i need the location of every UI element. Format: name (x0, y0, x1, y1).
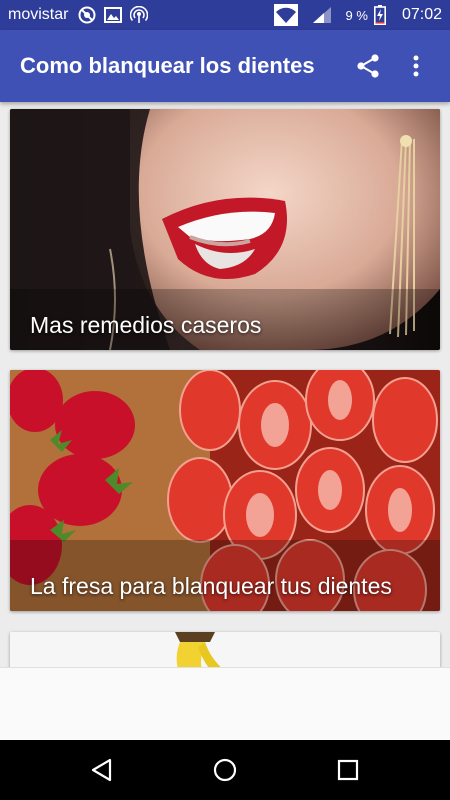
more-vert-icon (413, 55, 419, 77)
battery-charging-icon (373, 5, 386, 25)
card-title: La fresa para blanquear tus dientes (30, 573, 392, 599)
article-card[interactable]: La fresa para blanquear tus dientes (10, 370, 440, 611)
more-options-button[interactable] (392, 42, 440, 90)
image-icon (104, 7, 123, 23)
article-card[interactable] (10, 632, 440, 667)
back-icon (91, 758, 111, 782)
clock: 07:02 (401, 6, 442, 23)
back-button[interactable] (72, 740, 132, 800)
home-icon (213, 758, 237, 782)
recents-icon (338, 759, 359, 781)
article-list[interactable]: Mas remedios caseros La fresa para blanq… (0, 102, 450, 667)
app-bar: Como blanquear los dientes (0, 30, 450, 102)
wifi-icon (273, 4, 298, 26)
article-card[interactable]: Mas remedios caseros (10, 109, 440, 350)
carrier-name: movistar (8, 6, 69, 23)
share-button[interactable] (344, 42, 392, 90)
battery-percent: 9 % (345, 7, 368, 23)
bottom-area (0, 667, 450, 741)
app-title: Como blanquear los dientes (20, 53, 315, 78)
home-button[interactable] (195, 740, 255, 800)
share-icon (357, 54, 379, 78)
signal-icon (312, 6, 332, 24)
bananas-image (10, 632, 440, 667)
navigation-bar (0, 740, 450, 800)
card-title: Mas remedios caseros (30, 312, 262, 338)
status-bar: movistar 9 % 07:02 (0, 0, 450, 30)
recents-button[interactable] (318, 740, 378, 800)
hotspot-icon (130, 6, 149, 24)
blocked-icon (78, 6, 96, 24)
